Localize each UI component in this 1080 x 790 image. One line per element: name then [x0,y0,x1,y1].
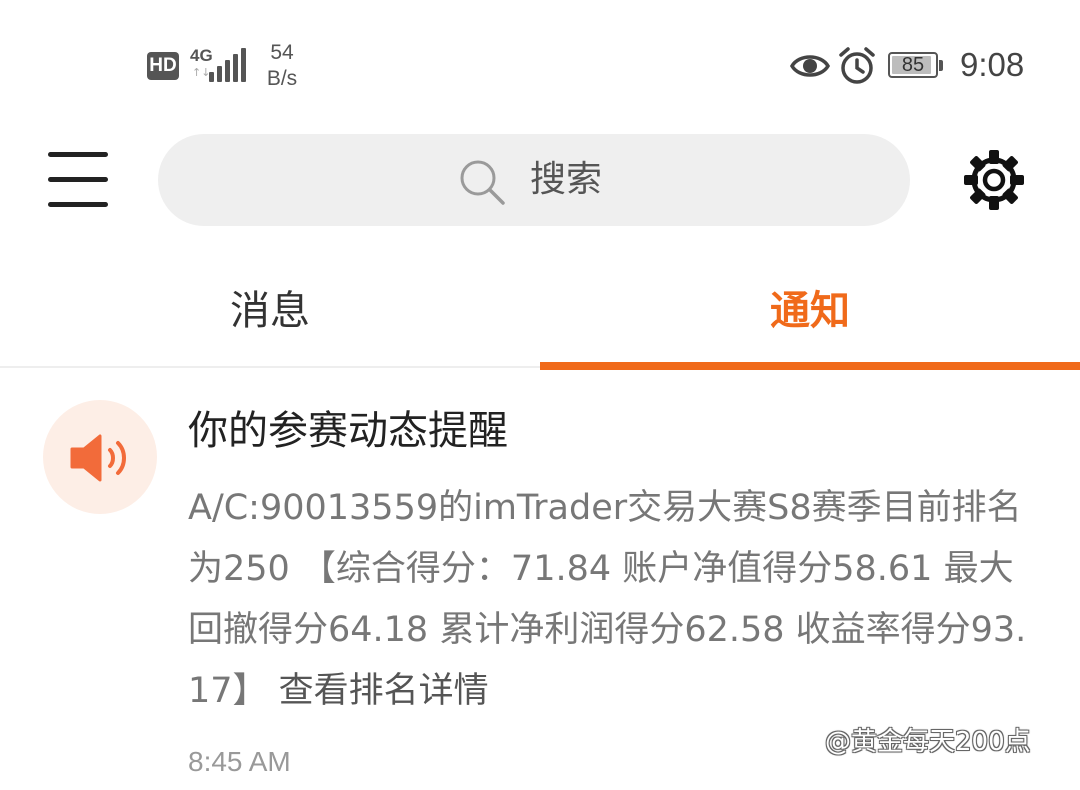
network-speed-value: 54 [270,41,294,64]
watermark: @黄金每天200点 [825,727,1031,757]
network-speed-unit: B/s [266,67,298,90]
menu-icon[interactable] [48,152,110,208]
tab-notifications[interactable]: 通知 [540,260,1080,370]
notification-time: 8:45 AM [188,746,291,777]
search-placeholder: 搜索 [530,159,603,200]
network-speed: 54 B/s [262,40,302,92]
gear-icon[interactable] [962,148,1026,212]
hd-badge: HD [147,52,179,80]
notification-body: A/C:90013559的imTrader交易大赛S8赛季目前排名为250 【综… [188,478,1048,722]
search-icon [460,160,505,205]
notification-avatar [43,400,157,514]
tab-messages[interactable]: 消息 [0,260,540,368]
status-bar: HD 4G ↑↓ 54 B/s 85 9:08 [0,0,1080,130]
signal-strength-icon [209,48,246,82]
battery-icon: 85 [888,52,944,80]
tab-notifications-label: 通知 [770,288,850,334]
status-time: 9:08 [960,46,1025,83]
search-bar[interactable]: 搜索 [158,134,910,226]
tab-bar: 消息 通知 [0,260,1080,370]
view-ranking-link[interactable]: 查看排名详情 [279,671,489,711]
alarm-clock-icon [839,47,875,84]
notification-title: 你的参赛动态提醒 [188,408,508,454]
speaker-icon [70,434,126,482]
tab-messages-label: 消息 [230,288,310,334]
active-tab-indicator [540,362,1080,370]
eye-icon [790,55,830,77]
network-activity-icon: ↑↓ [192,66,211,79]
battery-level: 85 [901,54,925,76]
